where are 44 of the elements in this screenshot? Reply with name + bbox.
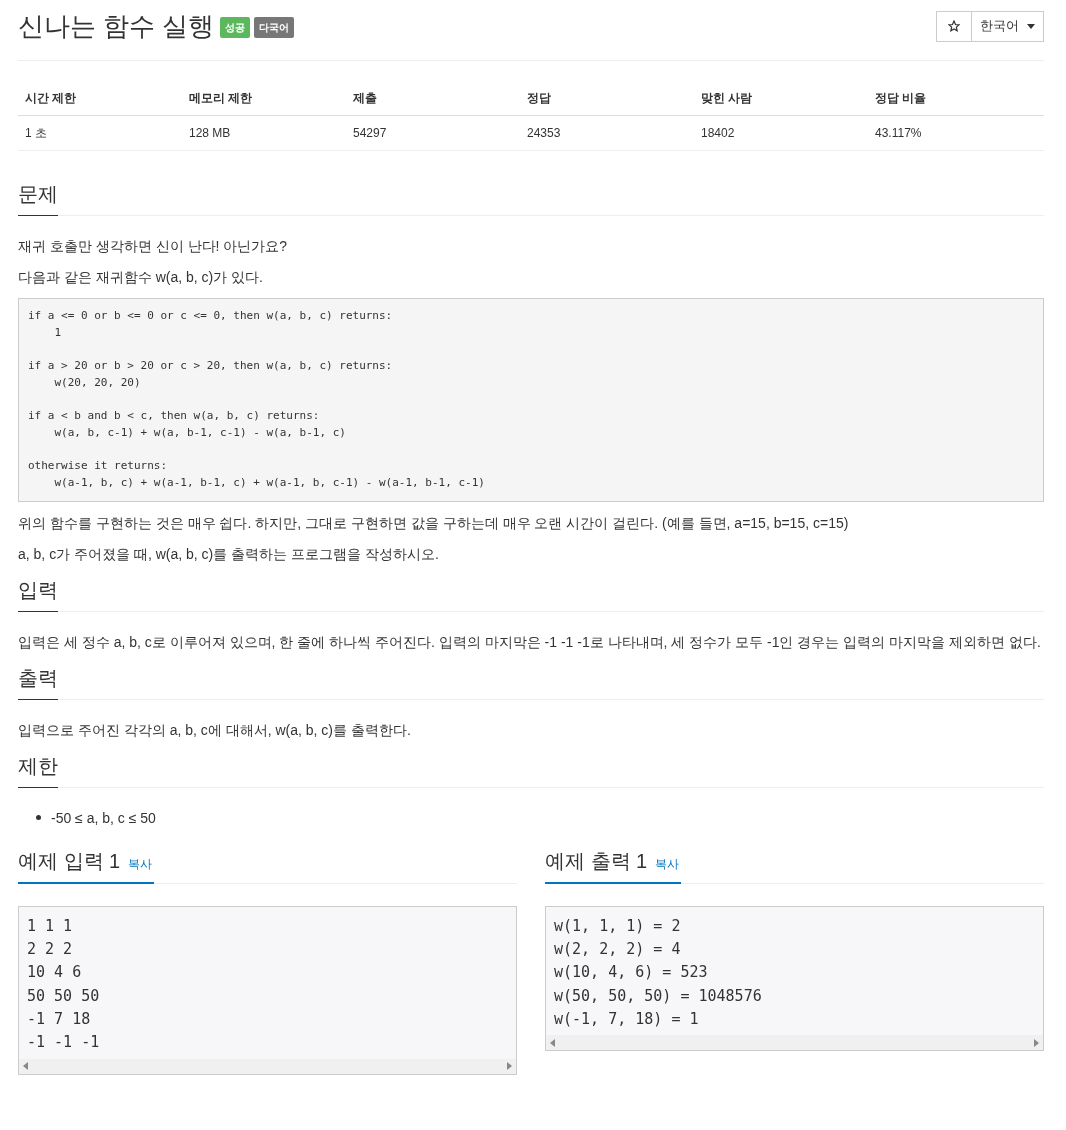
sample-text: 1 1 1 2 2 2 10 4 6 50 50 50 -1 7 18 -1 -1 -1 (26, 915, 101, 1054)
column-header: 정답 비율 (868, 81, 1044, 116)
sample-text: w(1, 1, 1) = 2 w(2, 2, 2) = 4 w(10, 4, 6) = 523 w(50, 50, 50) = 1048576 w(-1, 7, 18) = 1 (553, 915, 763, 1030)
paragraph: 입력으로 주어진 각각의 a, b, c에 대해서, w(a, b, c)를 출력한다. (18, 720, 412, 740)
caret-icon (1027, 23, 1035, 29)
column-header: 맞힌 사람 (694, 81, 868, 116)
table-cell: 1 초 (18, 115, 182, 151)
paragraph: 위의 함수를 구현하는 것은 매우 쉽다. 하지만, 그대로 구현하면 값을 구하는데 매우 오랜 시간이 걸린다. (예를 들면, a=15, b=15, c=15) (18, 513, 850, 533)
column-header: 제출 (346, 81, 520, 116)
section-heading: 출력 (18, 662, 58, 700)
copy-link[interactable]: 복사 (128, 854, 155, 873)
column-header: 정답 (520, 81, 694, 116)
column-header: 메모리 제한 (182, 81, 346, 116)
paragraph: 재귀 호출만 생각하면 신이 난다! 아닌가요? (18, 237, 289, 256)
section-heading: 문제 (18, 179, 58, 216)
scroll-right-icon[interactable] (1034, 1038, 1039, 1047)
page-title: 신나는 함수 실행 (18, 10, 215, 43)
sample-title: 예제 출력 1 (545, 848, 648, 874)
section-heading: 제한 (18, 750, 58, 788)
list-item: -50 ≤ a, b, c ≤ 50 (51, 808, 156, 828)
sample-title: 예제 입력 1 (18, 848, 121, 874)
horizontal-scrollbar[interactable] (546, 1035, 1043, 1051)
horizontal-scrollbar[interactable] (19, 1058, 516, 1074)
table-cell: 54297 (346, 115, 520, 151)
status-label: 성공 (220, 17, 251, 38)
table-cell: 43.117% (868, 115, 1044, 151)
scroll-right-icon[interactable] (507, 1062, 512, 1070)
star-button[interactable] (936, 10, 972, 42)
table-cell: 18402 (694, 115, 868, 151)
language-dropdown[interactable]: 한국어 (972, 10, 1044, 42)
paragraph: 다음과 같은 재귀함수 w(a, b, c)가 있다. (18, 268, 264, 287)
section-heading: 입력 (18, 574, 58, 612)
bullet-icon (36, 815, 41, 821)
paragraph: a, b, c가 주어졌을 때, w(a, b, c)를 출력하는 프로그램을 작성하시오. (18, 544, 440, 564)
scroll-left-icon[interactable] (23, 1062, 28, 1070)
table-cell: 128 MB (182, 115, 346, 151)
scroll-left-icon[interactable] (550, 1038, 555, 1047)
copy-link[interactable]: 복사 (655, 854, 682, 873)
column-header: 시간 제한 (18, 81, 182, 116)
paragraph: 입력은 세 정수 a, b, c로 이루어져 있으며, 한 줄에 하나씩 주어진다. 입력의 마지막은 -1 -1 -1로 나타내며, 세 정수가 모두 -1인 경우는 입력의 마지막을 제외하면 없다. (18, 632, 1042, 652)
star-icon (948, 20, 960, 32)
code-block: if a <= 0 or b <= 0 or c <= 0, then w(a, b, c) returns: 1 if a > 20 or b > 20 or c > 20, then w(a, b, c) returns: w(20, 20, 20) if a < b and b < c, then w(a, b, c) returns: w(a, b, c-1) + w(a, b-1, c-1) - w(a, b-1, c) otherwise it returns: w(a-1, b, c) + w(a-1, b-1, c) + w(a-1, b, c-1) - w(a-1, b-1, c-1) (18, 298, 1044, 502)
table-cell: 24353 (520, 115, 694, 151)
status-label: 다국어 (254, 17, 295, 38)
